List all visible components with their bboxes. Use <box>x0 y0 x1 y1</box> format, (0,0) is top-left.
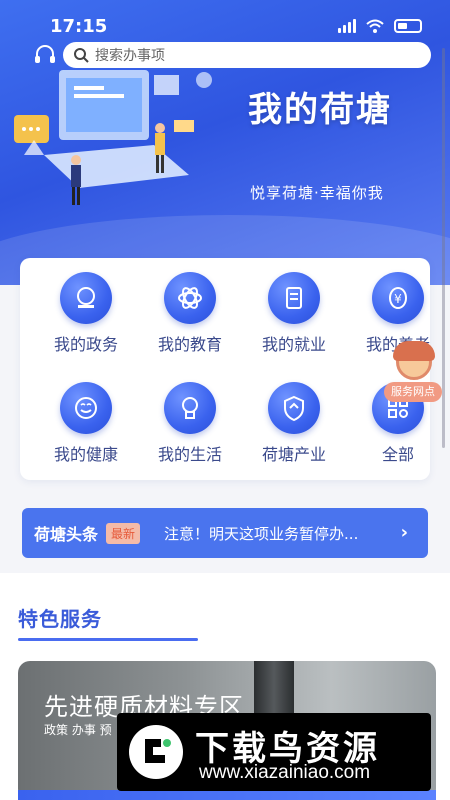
hero-subtitle: 悦享荷塘·幸福你我 <box>250 184 384 202</box>
service-grid: 我的政务 我的教育 我的就业 ¥ 我的养老 我的健康 我的生活 荷塘产业 <box>20 258 430 480</box>
grid-item-employment[interactable]: 我的就业 <box>244 272 344 372</box>
status-bar: 17:15 <box>0 0 450 40</box>
grid-item-label: 我的教育 <box>157 335 222 354</box>
hero-illustration <box>14 70 212 205</box>
feature-card-subtitle: 政策 办事 预 <box>44 723 112 737</box>
wifi-icon <box>366 19 384 33</box>
yen-icon: ¥ <box>372 272 424 324</box>
headset-icon[interactable] <box>33 43 57 67</box>
shield-icon <box>268 382 320 434</box>
grid-item-label: 荷塘产业 <box>261 445 326 464</box>
search-icon <box>74 48 89 63</box>
grid-item-education[interactable]: 我的教育 <box>140 272 240 372</box>
cellular-signal-icon <box>338 19 356 33</box>
next-card-preview[interactable] <box>18 790 436 800</box>
atom-icon <box>164 272 216 324</box>
section-title: 特色服务 <box>18 607 102 631</box>
grid-item-label: 我的健康 <box>53 445 118 464</box>
grid-item-label: 我的就业 <box>261 335 326 354</box>
smile-icon <box>60 382 112 434</box>
service-point-label: 服务网点 <box>384 382 442 402</box>
watermark: 下载鸟资源 www.xiazainiao.com <box>117 713 431 791</box>
news-headline[interactable]: 注意！明天这项业务暂停办... <box>164 523 374 544</box>
lightbulb-icon <box>164 382 216 434</box>
battery-icon <box>394 19 422 33</box>
status-time: 17:15 <box>50 16 108 37</box>
search-input[interactable] <box>95 47 395 63</box>
bird-logo-icon <box>129 725 183 779</box>
watermark-url: www.xiazainiao.com <box>199 762 371 783</box>
grid-item-label: 全部 <box>381 445 414 464</box>
grid-item-life[interactable]: 我的生活 <box>140 382 240 482</box>
grid-item-health[interactable]: 我的健康 <box>36 382 136 482</box>
svg-text:¥: ¥ <box>394 292 402 306</box>
grid-item-industry[interactable]: 荷塘产业 <box>244 382 344 482</box>
search-bar[interactable] <box>63 42 431 68</box>
stamp-icon <box>60 272 112 324</box>
grid-item-label: 我的生活 <box>157 445 222 464</box>
document-icon <box>268 272 320 324</box>
news-title: 荷塘头条 <box>34 525 99 544</box>
hero-title: 我的荷塘 <box>248 90 392 130</box>
grid-item-government[interactable]: 我的政务 <box>36 272 136 372</box>
news-ticker[interactable]: 荷塘头条 最新 注意！明天这项业务暂停办... › <box>22 508 428 558</box>
service-point-button[interactable]: 服务网点 <box>384 341 442 404</box>
news-badge: 最新 <box>106 522 141 544</box>
section-underline <box>18 638 198 641</box>
grid-item-label: 我的政务 <box>53 335 118 354</box>
chevron-right-icon[interactable]: › <box>401 522 408 543</box>
hero-banner: 17:15 我的荷塘 悦享荷塘·幸福你我 <box>0 0 450 285</box>
